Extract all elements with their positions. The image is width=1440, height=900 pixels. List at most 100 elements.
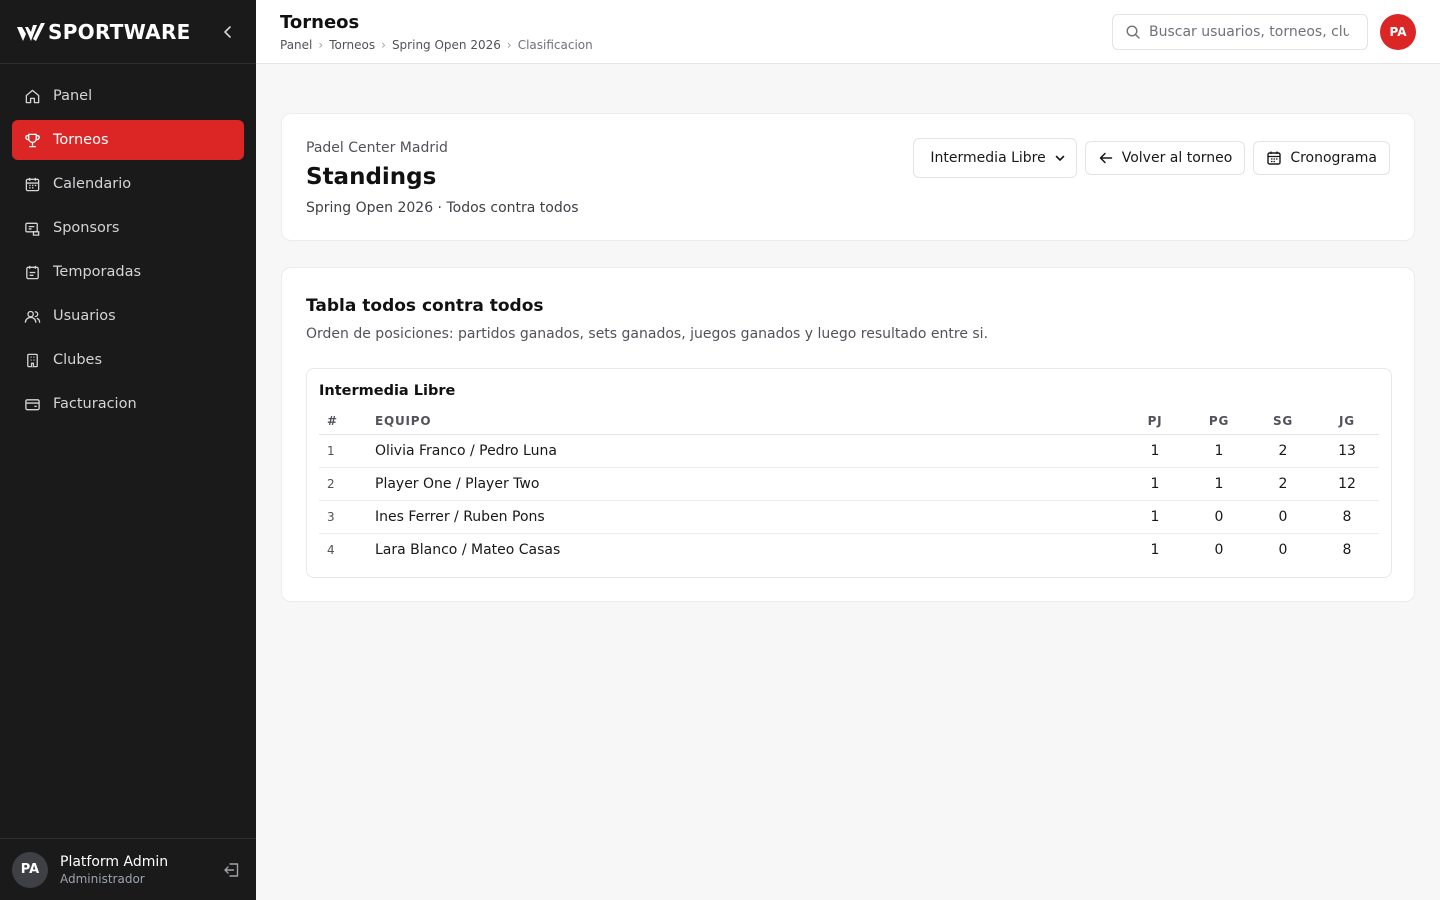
search-input[interactable] <box>1149 24 1349 40</box>
cell-team: Player One / Player Two <box>375 467 1123 501</box>
tournament-summary-card: Padel Center Madrid Standings Spring Ope… <box>281 113 1415 241</box>
cell-jg: 8 <box>1342 541 1352 558</box>
table-row: 1 Olivia Franco / Pedro Luna 1 1 2 13 <box>319 434 1379 468</box>
category-standings: Intermedia Libre # EQUIPO PJ PG SG JG 1 … <box>306 368 1392 578</box>
collapse-sidebar-button[interactable] <box>216 20 240 44</box>
sidebar-item-label: Usuarios <box>53 308 116 324</box>
tournament-subtitle: Spring Open 2026 · Todos contra todos <box>306 200 579 216</box>
sidebar-item-facturacion[interactable]: Facturacion <box>12 384 244 424</box>
cell-position: 4 <box>327 542 335 557</box>
cell-jg: 8 <box>1315 500 1379 534</box>
category-name: Intermedia Libre <box>319 383 456 399</box>
cell-team: Ines Ferrer / Ruben Pons <box>375 500 1123 534</box>
breadcrumb-separator: › <box>318 38 324 52</box>
brand-name: SPORTWARE <box>48 19 191 44</box>
breadcrumb-tournament[interactable]: Spring Open 2026 <box>392 38 501 52</box>
table-header-row: # EQUIPO PJ PG SG JG <box>319 409 1379 435</box>
sidebar-item-temporadas[interactable]: Temporadas <box>12 252 244 292</box>
breadcrumb: Panel › Torneos › Spring Open 2026 › Cla… <box>280 38 593 52</box>
cell-sg: 0 <box>1251 500 1315 534</box>
sidebar-item-label: Clubes <box>53 352 103 368</box>
cell-pg: 0 <box>1214 541 1224 558</box>
top-header: Torneos Panel › Torneos › Spring Open 20… <box>256 0 1440 64</box>
cell-sg: 2 <box>1251 467 1315 501</box>
category-select[interactable]: Intermedia Libre <box>913 138 1077 178</box>
chevron-left-icon <box>224 25 231 38</box>
sidebar-item-label: Panel <box>53 88 93 104</box>
cell-pj: 1 <box>1123 434 1187 468</box>
user-info: Platform Admin Administrador <box>60 854 208 886</box>
cell-sg: 0 <box>1278 541 1288 558</box>
calendar-icon <box>25 177 40 191</box>
sidebar-item-calendario[interactable]: Calendario <box>12 164 244 204</box>
sidebar-item-label: Torneos <box>53 132 109 148</box>
chevron-down-icon <box>1055 155 1065 161</box>
standings-description: Orden de posiciones: partidos ganados, s… <box>306 326 989 342</box>
sidebar-item-label: Sponsors <box>53 220 120 236</box>
breadcrumb-current: Clasificacion <box>517 38 593 52</box>
club-name: Padel Center Madrid <box>306 140 448 156</box>
wallet-icon <box>25 398 40 410</box>
logout-icon <box>224 862 239 877</box>
cell-position: 3 <box>319 500 375 534</box>
column-header-pg: PG <box>1187 409 1251 435</box>
back-to-tournament-button[interactable]: Volver al torneo <box>1084 141 1246 175</box>
breadcrumb-separator: › <box>381 38 386 52</box>
sidebar-item-sponsors[interactable]: Sponsors <box>12 208 244 248</box>
sidebar-item-panel[interactable]: Panel <box>12 76 244 116</box>
cell-position: 2 <box>319 467 375 501</box>
logout-button[interactable] <box>220 858 244 882</box>
column-header-sg: SG <box>1251 409 1315 435</box>
search-box <box>1112 14 1368 50</box>
calendar-icon <box>1267 151 1282 165</box>
page-title: Torneos <box>280 12 360 33</box>
table-row: 3 Ines Ferrer / Ruben Pons 1 0 0 8 <box>319 500 1379 534</box>
avatar[interactable]: PA <box>12 851 48 888</box>
cell-pj: 1 <box>1123 467 1187 501</box>
breadcrumb-panel[interactable]: Panel <box>280 38 312 52</box>
building-icon <box>27 353 38 367</box>
column-header-position: # <box>319 409 375 435</box>
table-row: 2 Player One / Player Two 1 1 2 12 <box>319 467 1379 501</box>
cell-pj: 1 <box>1123 500 1187 534</box>
cell-jg: 13 <box>1315 434 1379 468</box>
schedule-button[interactable]: Cronograma <box>1253 141 1390 175</box>
sidebar-item-label: Facturacion <box>53 396 137 412</box>
brand-logo[interactable]: SPORTWARE <box>16 20 191 44</box>
sportware-logo-icon <box>17 22 45 41</box>
sidebar-user: PA Platform Admin Administrador <box>0 838 256 900</box>
table-row: 4 Lara Blanco / Mateo Casas 1 0 0 8 <box>319 533 1379 566</box>
user-role: Administrador <box>60 871 145 886</box>
sponsor-icon <box>25 222 40 236</box>
cell-pg: 1 <box>1187 434 1251 468</box>
sidebar-item-clubes[interactable]: Clubes <box>12 340 244 380</box>
header-avatar[interactable]: PA <box>1380 14 1416 50</box>
cell-jg: 12 <box>1315 467 1379 501</box>
sidebar: SPORTWARE Panel Torneos Calendario Spons… <box>0 0 256 900</box>
standings-table: # EQUIPO PJ PG SG JG 1 Olivia Franco / P… <box>319 409 1379 566</box>
breadcrumb-separator: › <box>506 38 512 52</box>
brand-bar: SPORTWARE <box>0 0 256 64</box>
search-icon <box>1126 25 1140 39</box>
sidebar-item-label: Temporadas <box>53 264 142 280</box>
home-icon <box>25 89 40 103</box>
cell-team: Lara Blanco / Mateo Casas <box>375 541 561 558</box>
breadcrumb-torneos[interactable]: Torneos <box>329 38 375 52</box>
section-title: Standings <box>306 164 437 190</box>
sidebar-nav: Panel Torneos Calendario Sponsors Tempor… <box>0 64 256 440</box>
cell-pg: 0 <box>1187 500 1251 534</box>
sidebar-item-torneos[interactable]: Torneos <box>12 120 244 160</box>
cell-position: 1 <box>319 434 375 468</box>
cell-sg: 2 <box>1251 434 1315 468</box>
calendar-list-icon <box>26 265 39 279</box>
users-icon <box>24 310 41 323</box>
summary-actions: Intermedia Libre Volver al torneo Cronog… <box>913 138 1390 178</box>
cell-team: Olivia Franco / Pedro Luna <box>375 434 1123 468</box>
column-header-team: EQUIPO <box>375 409 1123 435</box>
standings-card: Tabla todos contra todos Orden de posici… <box>281 267 1415 602</box>
sidebar-item-usuarios[interactable]: Usuarios <box>12 296 244 336</box>
schedule-button-label: Cronograma <box>1290 150 1377 166</box>
column-header-jg: JG <box>1315 409 1379 435</box>
user-name: Platform Admin <box>60 853 169 870</box>
category-select-value: Intermedia Libre <box>930 150 1046 166</box>
